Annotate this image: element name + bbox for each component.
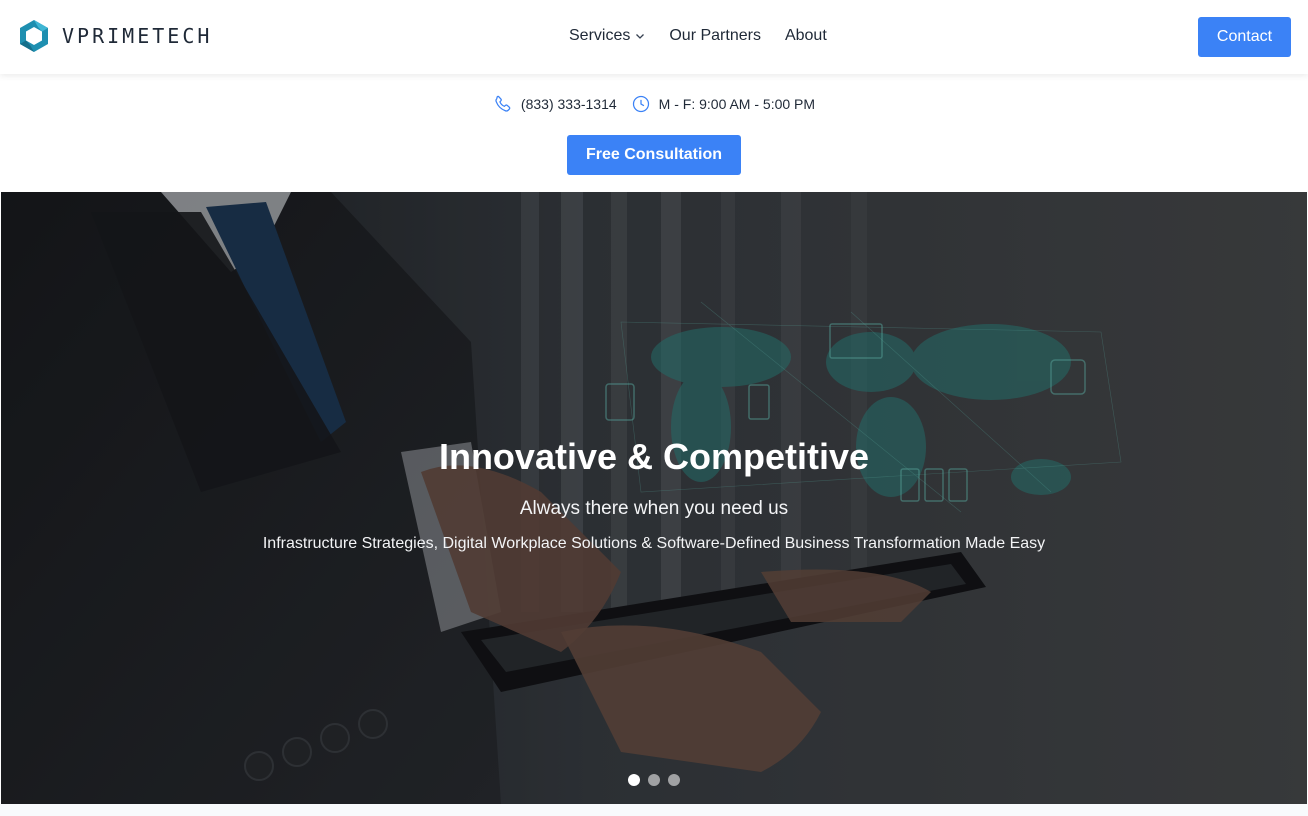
carousel-dot-3[interactable]	[668, 774, 680, 786]
contact-info-bar: (833) 333-1314 M - F: 9:00 AM - 5:00 PM	[0, 94, 1308, 114]
logo[interactable]: VPRIMETECH	[16, 18, 212, 54]
free-consultation-button[interactable]: Free Consultation	[567, 135, 741, 175]
page-bottom-strip	[0, 804, 1308, 816]
contact-button[interactable]: Contact	[1198, 17, 1291, 57]
site-header: VPRIMETECH Services Our Partners About C…	[0, 0, 1308, 74]
nav-item-services[interactable]: Services	[569, 27, 645, 45]
nav-item-our-partners[interactable]: Our Partners	[669, 27, 761, 45]
hero-carousel: Innovative & Competitive Always there wh…	[1, 192, 1307, 804]
logo-text: VPRIMETECH	[62, 24, 213, 48]
logo-mark-icon	[20, 20, 48, 52]
hero-title: Innovative & Competitive	[438, 436, 870, 477]
hero-subtitle: Always there when you need us	[519, 498, 789, 519]
carousel-indicators	[1, 774, 1307, 786]
chevron-down-icon	[636, 34, 645, 39]
phone-icon	[495, 95, 511, 112]
clock-icon	[632, 95, 649, 113]
nav-item-label: Services	[569, 27, 631, 44]
carousel-dot-1[interactable]	[628, 774, 640, 786]
business-hours: M - F: 9:00 AM - 5:00 PM	[658, 96, 816, 112]
phone-info[interactable]: (833) 333-1314	[493, 94, 617, 114]
hero-description: Infrastructure Strategies, Digital Workp…	[262, 535, 1046, 552]
hours-info: M - F: 9:00 AM - 5:00 PM	[631, 94, 815, 114]
main-nav: Services Our Partners About	[569, 27, 827, 45]
nav-item-about[interactable]: About	[785, 27, 827, 45]
carousel-dot-2[interactable]	[648, 774, 660, 786]
nav-item-label: About	[784, 27, 827, 44]
nav-item-label: Our Partners	[669, 27, 761, 44]
phone-number: (833) 333-1314	[520, 96, 617, 112]
